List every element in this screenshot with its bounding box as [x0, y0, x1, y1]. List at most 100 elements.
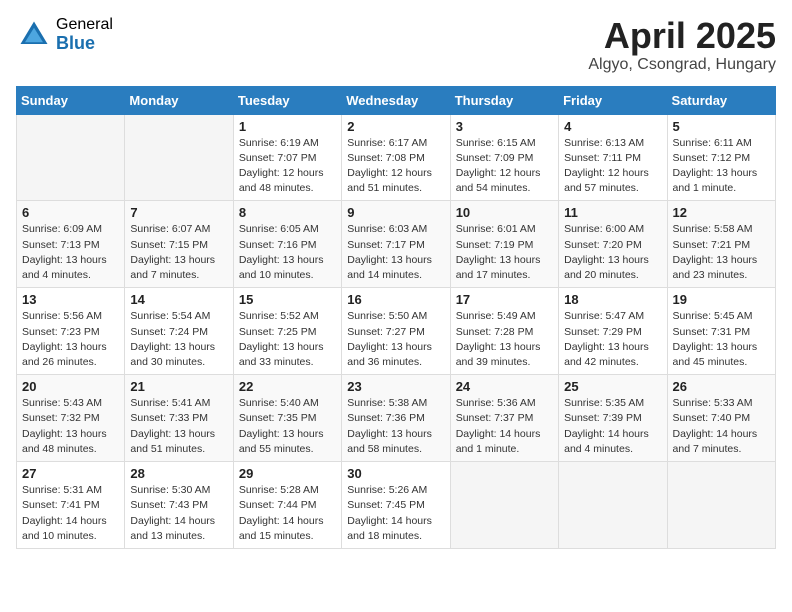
calendar-cell: 1 Sunrise: 6:19 AM Sunset: 7:07 PM Daylig… — [233, 114, 341, 201]
day-detail: Sunrise: 5:31 AM Sunset: 7:41 PM Dayligh… — [22, 483, 119, 544]
day-number: 17 — [456, 292, 553, 307]
day-detail: Sunrise: 5:35 AM Sunset: 7:39 PM Dayligh… — [564, 396, 661, 457]
calendar-week-row: 27Sunrise: 5:31 AM Sunset: 7:41 PM Dayli… — [17, 462, 776, 549]
calendar-cell: 2 Sunrise: 6:17 AM Sunset: 7:08 PM Daylig… — [342, 114, 450, 201]
month-title: April 2025 — [588, 16, 776, 56]
calendar-header: SundayMondayTuesdayWednesdayThursdayFrid… — [17, 86, 776, 114]
calendar-week-row: 1 Sunrise: 6:19 AM Sunset: 7:07 PM Daylig… — [17, 114, 776, 201]
calendar-cell: 13Sunrise: 5:56 AM Sunset: 7:23 PM Dayli… — [17, 288, 125, 375]
day-detail: Sunrise: 6:00 AM Sunset: 7:20 PM Dayligh… — [564, 222, 661, 283]
day-number: 6 — [22, 205, 119, 220]
day-detail: Sunrise: 6:15 AM Sunset: 7:09 PM Dayligh… — [456, 136, 553, 197]
day-number: 3 — [456, 119, 553, 134]
calendar-header-row: SundayMondayTuesdayWednesdayThursdayFrid… — [17, 86, 776, 114]
calendar-cell: 29Sunrise: 5:28 AM Sunset: 7:44 PM Dayli… — [233, 462, 341, 549]
day-detail: Sunrise: 5:28 AM Sunset: 7:44 PM Dayligh… — [239, 483, 336, 544]
day-detail: Sunrise: 6:13 AM Sunset: 7:11 PM Dayligh… — [564, 136, 661, 197]
calendar-cell: 25 Sunrise: 5:35 AM Sunset: 7:39 PM Dayli… — [559, 375, 667, 462]
calendar-cell: 24Sunrise: 5:36 AM Sunset: 7:37 PM Dayli… — [450, 375, 558, 462]
calendar-cell: 22Sunrise: 5:40 AM Sunset: 7:35 PM Dayli… — [233, 375, 341, 462]
calendar-cell — [559, 462, 667, 549]
day-detail: Sunrise: 5:43 AM Sunset: 7:32 PM Dayligh… — [22, 396, 119, 457]
day-detail: Sunrise: 5:36 AM Sunset: 7:37 PM Dayligh… — [456, 396, 553, 457]
day-detail: Sunrise: 5:40 AM Sunset: 7:35 PM Dayligh… — [239, 396, 336, 457]
day-detail: Sunrise: 5:49 AM Sunset: 7:28 PM Dayligh… — [456, 309, 553, 370]
calendar-cell: 23 Sunrise: 5:38 AM Sunset: 7:36 PM Dayli… — [342, 375, 450, 462]
calendar-cell: 15Sunrise: 5:52 AM Sunset: 7:25 PM Dayli… — [233, 288, 341, 375]
calendar-day-header: Wednesday — [342, 86, 450, 114]
day-number: 30 — [347, 466, 444, 481]
day-number: 25 — [564, 379, 661, 394]
day-detail: Sunrise: 5:50 AM Sunset: 7:27 PM Dayligh… — [347, 309, 444, 370]
calendar-cell: 20Sunrise: 5:43 AM Sunset: 7:32 PM Dayli… — [17, 375, 125, 462]
calendar-cell: 18 Sunrise: 5:47 AM Sunset: 7:29 PM Dayli… — [559, 288, 667, 375]
calendar-cell: 3 Sunrise: 6:15 AM Sunset: 7:09 PM Daylig… — [450, 114, 558, 201]
day-detail: Sunrise: 5:54 AM Sunset: 7:24 PM Dayligh… — [130, 309, 227, 370]
calendar-body: 1 Sunrise: 6:19 AM Sunset: 7:07 PM Daylig… — [17, 114, 776, 548]
calendar-cell: 21 Sunrise: 5:41 AM Sunset: 7:33 PM Dayli… — [125, 375, 233, 462]
day-detail: Sunrise: 6:09 AM Sunset: 7:13 PM Dayligh… — [22, 222, 119, 283]
calendar-cell: 28 Sunrise: 5:30 AM Sunset: 7:43 PM Dayli… — [125, 462, 233, 549]
calendar-cell: 6 Sunrise: 6:09 AM Sunset: 7:13 PM Daylig… — [17, 201, 125, 288]
calendar-day-header: Friday — [559, 86, 667, 114]
day-number: 2 — [347, 119, 444, 134]
calendar-cell: 9Sunrise: 6:03 AM Sunset: 7:17 PM Daylig… — [342, 201, 450, 288]
day-number: 15 — [239, 292, 336, 307]
calendar-cell: 14 Sunrise: 5:54 AM Sunset: 7:24 PM Dayli… — [125, 288, 233, 375]
day-number: 19 — [673, 292, 770, 307]
day-detail: Sunrise: 5:45 AM Sunset: 7:31 PM Dayligh… — [673, 309, 770, 370]
day-number: 23 — [347, 379, 444, 394]
day-detail: Sunrise: 5:26 AM Sunset: 7:45 PM Dayligh… — [347, 483, 444, 544]
calendar-cell: 17 Sunrise: 5:49 AM Sunset: 7:28 PM Dayli… — [450, 288, 558, 375]
day-detail: Sunrise: 6:01 AM Sunset: 7:19 PM Dayligh… — [456, 222, 553, 283]
day-number: 4 — [564, 119, 661, 134]
day-number: 28 — [130, 466, 227, 481]
calendar-day-header: Thursday — [450, 86, 558, 114]
day-number: 5 — [673, 119, 770, 134]
day-detail: Sunrise: 5:41 AM Sunset: 7:33 PM Dayligh… — [130, 396, 227, 457]
calendar-cell: 19 Sunrise: 5:45 AM Sunset: 7:31 PM Dayli… — [667, 288, 775, 375]
day-detail: Sunrise: 6:19 AM Sunset: 7:07 PM Dayligh… — [239, 136, 336, 197]
day-number: 18 — [564, 292, 661, 307]
title-block: April 2025 Algyo, Csongrad, Hungary — [588, 16, 776, 74]
day-detail: Sunrise: 5:33 AM Sunset: 7:40 PM Dayligh… — [673, 396, 770, 457]
day-detail: Sunrise: 5:58 AM Sunset: 7:21 PM Dayligh… — [673, 222, 770, 283]
calendar-cell: 26Sunrise: 5:33 AM Sunset: 7:40 PM Dayli… — [667, 375, 775, 462]
day-number: 11 — [564, 205, 661, 220]
calendar-day-header: Monday — [125, 86, 233, 114]
calendar-cell: 30 Sunrise: 5:26 AM Sunset: 7:45 PM Dayli… — [342, 462, 450, 549]
day-detail: Sunrise: 6:03 AM Sunset: 7:17 PM Dayligh… — [347, 222, 444, 283]
calendar-cell — [125, 114, 233, 201]
day-detail: Sunrise: 6:07 AM Sunset: 7:15 PM Dayligh… — [130, 222, 227, 283]
calendar-table: SundayMondayTuesdayWednesdayThursdayFrid… — [16, 86, 776, 549]
day-number: 8 — [239, 205, 336, 220]
logo-general: General — [56, 16, 113, 34]
logo-text: General Blue — [56, 16, 113, 53]
calendar-day-header: Sunday — [17, 86, 125, 114]
logo-blue: Blue — [56, 34, 113, 54]
calendar-cell: 8Sunrise: 6:05 AM Sunset: 7:16 PM Daylig… — [233, 201, 341, 288]
day-number: 13 — [22, 292, 119, 307]
calendar-cell: 5 Sunrise: 6:11 AM Sunset: 7:12 PM Daylig… — [667, 114, 775, 201]
page-header: General Blue April 2025 Algyo, Csongrad,… — [16, 16, 776, 74]
calendar-cell: 11 Sunrise: 6:00 AM Sunset: 7:20 PM Dayli… — [559, 201, 667, 288]
day-number: 14 — [130, 292, 227, 307]
day-detail: Sunrise: 5:38 AM Sunset: 7:36 PM Dayligh… — [347, 396, 444, 457]
day-number: 12 — [673, 205, 770, 220]
logo-icon — [16, 17, 52, 53]
calendar-cell: 16 Sunrise: 5:50 AM Sunset: 7:27 PM Dayli… — [342, 288, 450, 375]
calendar-week-row: 20Sunrise: 5:43 AM Sunset: 7:32 PM Dayli… — [17, 375, 776, 462]
day-detail: Sunrise: 5:47 AM Sunset: 7:29 PM Dayligh… — [564, 309, 661, 370]
day-number: 1 — [239, 119, 336, 134]
calendar-cell: 7 Sunrise: 6:07 AM Sunset: 7:15 PM Daylig… — [125, 201, 233, 288]
day-detail: Sunrise: 6:17 AM Sunset: 7:08 PM Dayligh… — [347, 136, 444, 197]
day-detail: Sunrise: 6:11 AM Sunset: 7:12 PM Dayligh… — [673, 136, 770, 197]
day-detail: Sunrise: 5:30 AM Sunset: 7:43 PM Dayligh… — [130, 483, 227, 544]
day-number: 16 — [347, 292, 444, 307]
day-number: 7 — [130, 205, 227, 220]
calendar-cell: 4 Sunrise: 6:13 AM Sunset: 7:11 PM Daylig… — [559, 114, 667, 201]
logo: General Blue — [16, 16, 113, 53]
calendar-week-row: 6 Sunrise: 6:09 AM Sunset: 7:13 PM Daylig… — [17, 201, 776, 288]
day-number: 21 — [130, 379, 227, 394]
calendar-cell: 10Sunrise: 6:01 AM Sunset: 7:19 PM Dayli… — [450, 201, 558, 288]
